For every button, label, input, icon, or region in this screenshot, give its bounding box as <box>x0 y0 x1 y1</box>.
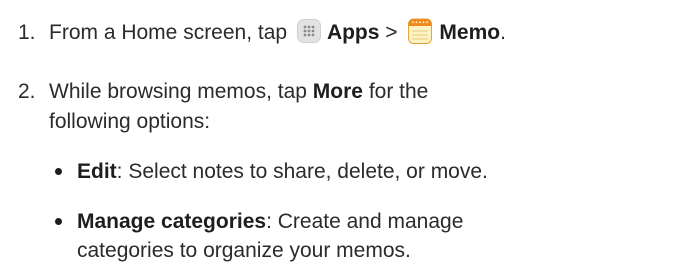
step-2-prefix: While browsing memos, tap <box>49 80 307 103</box>
step-1-suffix: . <box>500 21 506 44</box>
apps-grid-icon <box>296 19 321 44</box>
option-manage-categories-term: Manage categories <box>77 210 267 233</box>
bullet-manage-categories <box>55 218 62 225</box>
step-2-line-1: While browsing memos, tap More for the <box>49 77 428 106</box>
step-1-separator: > <box>385 21 398 44</box>
option-edit: Edit: Select notes to share, delete, or … <box>77 157 488 186</box>
step-2-suffix: for the <box>368 80 429 103</box>
apps-label: Apps <box>326 21 380 44</box>
memo-notepad-icon <box>407 17 433 45</box>
option-manage-categories-desc: : Create and manage <box>266 210 464 233</box>
option-edit-desc: : Select notes to share, delete, or move… <box>116 160 488 183</box>
step-2-line-2: following options: <box>49 110 211 133</box>
bullet-edit <box>55 168 62 175</box>
memo-label: Memo <box>439 21 501 44</box>
step-2-number: 2. <box>18 80 36 103</box>
step-1-prefix: From a Home screen, tap <box>49 21 288 44</box>
more-label: More <box>312 80 363 103</box>
step-1-number: 1. <box>18 21 36 44</box>
option-manage-categories-line-2: categories to organize your memos. <box>77 239 411 262</box>
option-edit-term: Edit <box>77 160 117 183</box>
step-1-text: From a Home screen, tap Apps > Memo. <box>49 18 506 47</box>
option-manage-categories: Manage categories: Create and manage <box>77 207 463 236</box>
